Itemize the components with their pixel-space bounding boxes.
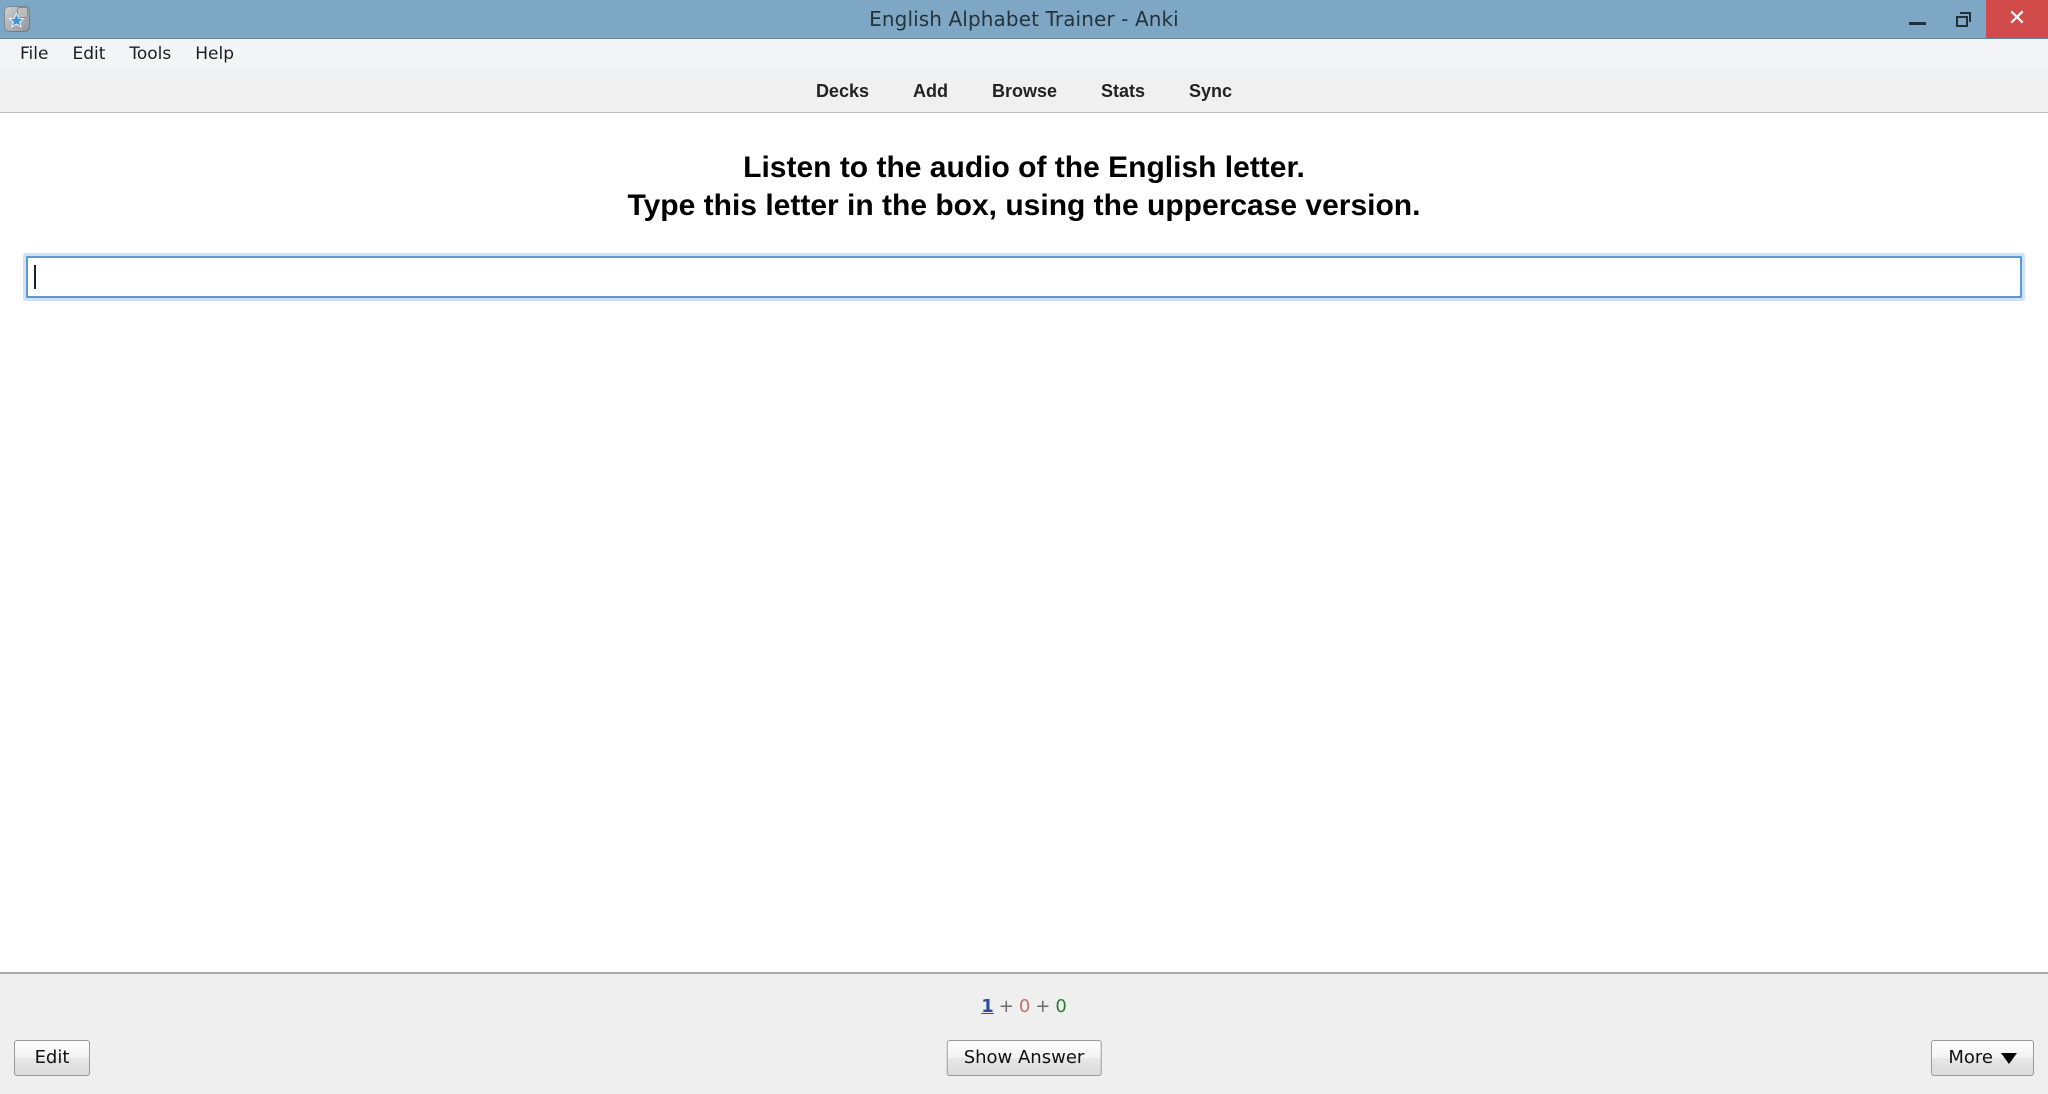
window-title: English Alphabet Trainer - Anki (869, 7, 1179, 31)
toolbar-item-add[interactable]: Add (913, 81, 948, 102)
close-icon: ✕ (2007, 6, 2027, 31)
title-bar: English Alphabet Trainer - Anki ✕ (0, 0, 2048, 39)
window-controls: ✕ (1894, 0, 2048, 38)
count-new[interactable]: 1 (981, 996, 994, 1017)
show-answer-button[interactable]: Show Answer (946, 1040, 1102, 1076)
card-content-area: Listen to the audio of the English lette… (0, 113, 2048, 972)
minimize-button[interactable] (1894, 0, 1940, 38)
question-text: Listen to the audio of the English lette… (0, 149, 2048, 226)
count-separator-2: + (1035, 996, 1051, 1017)
answer-input-wrapper (0, 255, 2048, 298)
menu-item-tools[interactable]: Tools (117, 41, 183, 67)
restore-icon (1955, 11, 1971, 27)
main-toolbar: Decks Add Browse Stats Sync (0, 70, 2048, 113)
count-separator-1: + (998, 996, 1014, 1017)
menu-item-edit[interactable]: Edit (60, 41, 117, 67)
more-button-label: More (1948, 1047, 1993, 1069)
anki-main-window: English Alphabet Trainer - Anki ✕ File E… (0, 0, 2048, 1094)
card-counts: 1 +0 +0 (0, 996, 2048, 1017)
maximize-button[interactable] (1940, 0, 1986, 38)
chevron-down-icon (2001, 1052, 2017, 1064)
toolbar-item-sync[interactable]: Sync (1189, 81, 1232, 102)
bottom-bar: 1 +0 +0 Edit Show Answer More (0, 972, 2048, 1094)
close-button[interactable]: ✕ (1986, 0, 2048, 38)
menu-item-help[interactable]: Help (183, 41, 246, 67)
menu-item-file[interactable]: File (8, 41, 60, 67)
menu-bar: File Edit Tools Help (0, 39, 2048, 70)
toolbar-item-stats[interactable]: Stats (1101, 81, 1145, 102)
minimize-icon (1908, 21, 1926, 25)
toolbar-item-decks[interactable]: Decks (816, 81, 869, 102)
edit-button[interactable]: Edit (14, 1040, 90, 1076)
answer-input-box[interactable] (26, 255, 2022, 298)
more-button[interactable]: More (1931, 1040, 2034, 1076)
answer-input[interactable] (36, 257, 2016, 296)
anki-app-icon (4, 6, 30, 32)
question-line-2: Type this letter in the box, using the u… (627, 189, 1421, 223)
question-line-1: Listen to the audio of the English lette… (743, 151, 1305, 184)
count-due[interactable]: 0 (1055, 996, 1066, 1017)
toolbar-item-browse[interactable]: Browse (992, 81, 1057, 102)
count-learning[interactable]: 0 (1019, 996, 1030, 1017)
